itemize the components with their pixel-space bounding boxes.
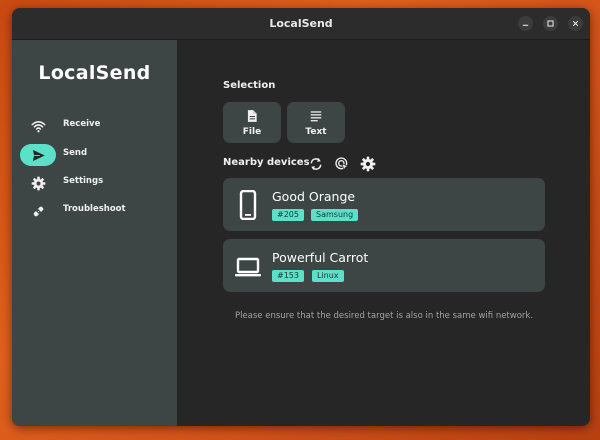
device-card-good-orange[interactable]: Good Orange #205 Samsung bbox=[223, 178, 545, 231]
sidebar-item-label: Receive bbox=[63, 119, 101, 129]
selection-heading: Selection bbox=[223, 80, 276, 91]
minimize-button[interactable] bbox=[518, 16, 533, 31]
title-bar: LocalSend bbox=[12, 8, 590, 40]
text-button[interactable]: Text bbox=[287, 102, 345, 143]
refresh-icon bbox=[310, 158, 322, 170]
scan-target-icon bbox=[335, 157, 349, 171]
sidebar-item-label: Send bbox=[63, 148, 88, 158]
maximize-button[interactable] bbox=[543, 16, 558, 31]
sidebar-item-troubleshoot[interactable]: Troubleshoot bbox=[20, 200, 170, 222]
close-button[interactable] bbox=[568, 16, 583, 31]
app-name: LocalSend bbox=[38, 62, 151, 84]
nearby-settings-button[interactable] bbox=[360, 156, 376, 172]
device-name: Powerful Carrot bbox=[272, 250, 369, 265]
refresh-button[interactable] bbox=[308, 156, 324, 172]
close-icon bbox=[572, 20, 579, 27]
app-window: LocalSend LocalSend Receive Send Setting… bbox=[12, 8, 590, 426]
device-card-powerful-carrot[interactable]: Powerful Carrot #153 Linux bbox=[223, 239, 545, 292]
device-id-badge: #153 bbox=[272, 270, 304, 282]
laptop-icon bbox=[235, 257, 261, 277]
troubleshoot-icon bbox=[33, 206, 43, 216]
gear-icon bbox=[360, 156, 376, 172]
sidebar-item-send[interactable]: Send bbox=[20, 144, 170, 166]
nearby-devices-heading: Nearby devices bbox=[223, 157, 310, 168]
text-button-label: Text bbox=[305, 127, 327, 137]
file-icon bbox=[247, 110, 257, 122]
sidebar: LocalSend Receive Send Settings Troubles… bbox=[12, 40, 177, 426]
text-icon bbox=[310, 111, 322, 122]
scan-button[interactable] bbox=[334, 156, 350, 172]
maximize-icon bbox=[547, 20, 554, 27]
minimize-icon bbox=[522, 24, 529, 26]
device-type-badge: Linux bbox=[312, 270, 344, 282]
file-button-label: File bbox=[242, 127, 262, 137]
main-content: Selection File Text Nearby devices Good … bbox=[177, 40, 590, 426]
send-icon bbox=[32, 149, 45, 161]
sidebar-item-receive[interactable]: Receive bbox=[20, 115, 170, 137]
device-id-badge: #205 bbox=[272, 209, 304, 221]
sidebar-item-settings[interactable]: Settings bbox=[20, 172, 170, 194]
network-hint: Please ensure that the desired target is… bbox=[234, 311, 534, 321]
gear-icon bbox=[31, 176, 45, 190]
device-name: Good Orange bbox=[272, 189, 356, 204]
sidebar-item-label: Troubleshoot bbox=[63, 204, 126, 214]
wifi-icon bbox=[31, 120, 45, 132]
file-button[interactable]: File bbox=[223, 102, 281, 143]
device-type-badge: Samsung bbox=[311, 209, 359, 221]
window-title: LocalSend bbox=[269, 17, 333, 30]
phone-icon bbox=[239, 190, 257, 220]
sidebar-item-label: Settings bbox=[63, 176, 104, 186]
